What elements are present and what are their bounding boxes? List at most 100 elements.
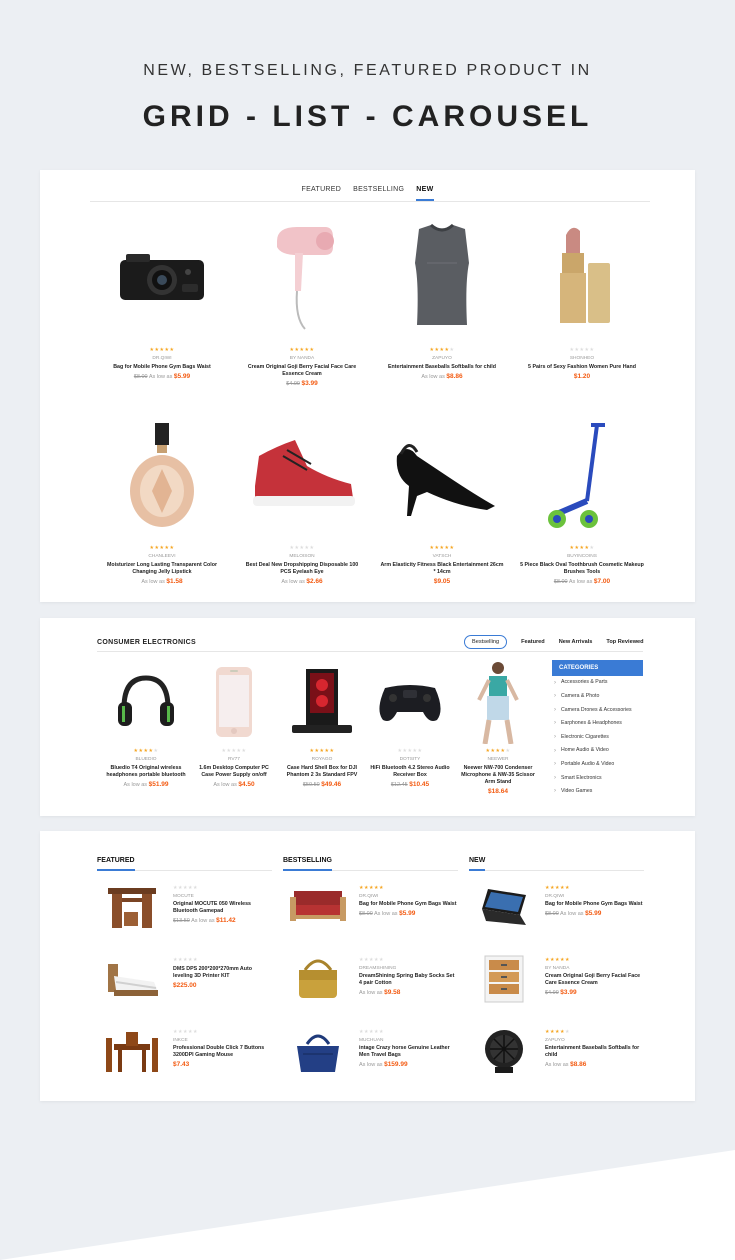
product-card[interactable]: ★★★★★ BY NANDA Cream Original Goji Berry F… [232, 215, 372, 413]
product-name-link[interactable]: DMS DPS 200*200*270mm Auto leveling 3D P… [173, 966, 272, 980]
category-link[interactable]: Home Audio & Video [552, 744, 643, 758]
list-item[interactable]: ★★★★★ MOCUTE Original MOCUTE 050 Wireless … [97, 871, 272, 943]
star-icon: ★ [309, 347, 315, 353]
carousel-product-card[interactable]: ★★★★★ BLUEDIO Bluedio T4 Original wireless… [102, 662, 190, 795]
product-name-link[interactable]: Cream Original Goji Berry Facial Face Ca… [232, 364, 372, 378]
product-price: As low as $8.86 [545, 1061, 644, 1068]
old-price: $8.00 [545, 911, 559, 918]
list-item[interactable]: ★★★★★ ZAPUYO Entertainment Baseballs Softb… [469, 1015, 644, 1087]
product-name-link[interactable]: Neewer NW-700 Condenser Microphone & NW-… [454, 765, 542, 786]
carousel-product-card[interactable]: ★★★★★ DOTSITY HiFi Bluetooth 4.2 Stereo Au… [366, 662, 454, 795]
carousel-product-card[interactable]: ★★★★★ NEEWER Neewer NW-700 Condenser Micro… [454, 661, 542, 795]
handbag-image[interactable] [283, 1027, 353, 1079]
shoulder-bag-image[interactable] [283, 955, 353, 1007]
category-link[interactable]: Camera & Photo [552, 690, 643, 704]
product-name-link[interactable]: DreamShining Spring Baby Socks Set 4 pai… [359, 973, 458, 987]
bed-image[interactable] [97, 955, 167, 1007]
category-link[interactable]: Video Games [552, 785, 643, 799]
hair-dryer-image[interactable] [232, 215, 372, 345]
desk-image[interactable] [97, 883, 167, 935]
list-item[interactable]: ★★★★★ BY NANDA Cream Original Goji Berry F… [469, 943, 644, 1015]
gaming-pc-image[interactable] [278, 662, 366, 746]
category-link[interactable]: Smart Electronics [552, 771, 643, 785]
product-brand: CHANLEEVI [148, 554, 176, 559]
category-link[interactable]: Accessories & Parts [552, 676, 643, 690]
laptop-icon [476, 885, 532, 934]
product-card[interactable]: ★★★★★ CHANLEEVI Moisturizer Long Lasting T… [92, 413, 232, 611]
tab-featured[interactable]: Featured [521, 639, 545, 645]
product-name-link[interactable]: Arm Elasticity Fitness Black Entertainme… [372, 562, 512, 576]
category-link[interactable]: Camera Drones & Accessories [552, 703, 643, 717]
carousel-tabs: Bestselling Featured New Arrivals Top Revie… [464, 635, 644, 649]
product-name-link[interactable]: Case Hard Shell Box for DJI Phantom 2 3s… [278, 765, 366, 779]
product-name-link[interactable]: 5 Pairs of Sexy Fashion Women Pure Hand [512, 364, 652, 371]
product-name-link[interactable]: HiFi Bluetooth 4.2 Stereo Audio Receiver… [366, 765, 454, 779]
product-price: $12.45 $10.45 [366, 781, 454, 788]
desk-fan-image[interactable] [469, 1027, 539, 1079]
gamepad-image[interactable] [366, 662, 454, 746]
product-name-link[interactable]: 1.6m Desktop Computer PC Case Power Supp… [190, 765, 278, 779]
category-link[interactable]: Earphones & Headphones [552, 717, 643, 731]
high-heel-image[interactable] [372, 413, 512, 543]
tab-new[interactable]: NEW [416, 186, 434, 201]
product-card[interactable]: ★★★★★ VATSCH Arm Elasticity Fitness Black … [372, 413, 512, 611]
list-item[interactable]: ★★★★★ INKCE Professional Double Click 7 Bu… [97, 1015, 272, 1087]
gamepad-icon [375, 680, 445, 729]
grid-products-panel: FEATURED BESTSELLING NEW ★★★★★ DR.QIWI Bag f… [40, 170, 695, 602]
product-card[interactable]: ★★★★★ DR.QIWI Bag for Mobile Phone Gym Bag… [92, 215, 232, 413]
product-name-link[interactable]: Entertainment Baseballs Softballs for ch… [372, 364, 512, 371]
list-item-info: ★★★★★ DR.QIWI Bag for Mobile Phone Gym Bag… [539, 883, 644, 917]
product-name-link[interactable]: Moisturizer Long Lasting Transparent Col… [92, 562, 232, 576]
product-card[interactable]: ★★★★★ BUYINCOINS 5 Piece Black Oval Toothb… [512, 413, 652, 611]
rating-stars: ★★★★★ [359, 957, 458, 963]
star-icon: ★ [192, 885, 198, 891]
product-price: $8.00 As low as $7.00 [512, 578, 652, 585]
product-brand: DREAMSHINING [359, 966, 397, 971]
tab-featured[interactable]: FEATURED [302, 186, 342, 201]
compression-shirt-image[interactable] [372, 215, 512, 345]
product-card[interactable]: ★★★★★ ZAPUYO Entertainment Baseballs Softb… [372, 215, 512, 413]
product-name-link[interactable]: Bag for Mobile Phone Gym Bags Waist [359, 901, 458, 908]
headphones-image[interactable] [102, 662, 190, 746]
product-card[interactable]: ★★★★★ MELOISON Best Deal New Dropshipping … [232, 413, 372, 611]
current-price: $3.99 [560, 989, 577, 997]
product-name-link[interactable]: Entertainment Baseballs Softballs for ch… [545, 1045, 644, 1059]
sportswear-model-image[interactable] [454, 661, 542, 746]
list-item[interactable]: ★★★★★ DREAMSHINING DreamShining Spring Bab… [283, 943, 458, 1015]
list-item[interactable]: ★★★★★ DR.QIWI Bag for Mobile Phone Gym Bag… [469, 871, 644, 943]
dining-set-image[interactable] [97, 1027, 167, 1079]
lipstick-image[interactable] [512, 215, 652, 345]
drawer-cabinet-image[interactable] [469, 955, 539, 1007]
list-item[interactable]: ★★★★★ DR.QIWI Bag for Mobile Phone Gym Bag… [283, 871, 458, 943]
category-link[interactable]: Electronic Cigarettes [552, 730, 643, 744]
carousel-product-card[interactable]: ★★★★★ ROYAGO Case Hard Shell Box for DJI P… [278, 662, 366, 795]
tab-top-reviewed[interactable]: Top Reviewed [606, 639, 643, 645]
product-card[interactable]: ★★★★★ SHONHEO 5 Pairs of Sexy Fashion Wome… [512, 215, 652, 413]
category-link[interactable]: Portable Audio & Video [552, 758, 643, 772]
product-name-link[interactable]: Bluedio T4 Original wireless headphones … [102, 765, 190, 779]
laptop-image[interactable] [469, 883, 539, 935]
product-name-link[interactable]: intage Crazy horse Genuine Leather Men T… [359, 1045, 458, 1059]
scooter-image[interactable] [512, 413, 652, 543]
dashcam-image[interactable] [92, 215, 232, 345]
tab-bestselling[interactable]: Bestselling [464, 635, 508, 649]
product-name-link[interactable]: Professional Double Click 7 Buttons 3200… [173, 1045, 272, 1059]
list-item[interactable]: ★★★★★ MUCHUAN intage Crazy horse Genuine L… [283, 1015, 458, 1087]
product-price: $13.50 As low as $11.42 [173, 917, 272, 924]
product-name-link[interactable]: 5 Piece Black Oval Toothbrush Cosmetic M… [512, 562, 652, 576]
sneaker-image[interactable] [232, 413, 372, 543]
product-name-link[interactable]: Bag for Mobile Phone Gym Bags Waist [545, 901, 644, 908]
sofa-bed-image[interactable] [283, 883, 353, 935]
product-name-link[interactable]: Cream Original Goji Berry Facial Face Ca… [545, 973, 644, 987]
tab-new-arrivals[interactable]: New Arrivals [559, 639, 593, 645]
list-item[interactable]: ★★★★★ DMS DPS 200*200*270mm Auto leveling… [97, 943, 272, 1015]
carousel-product-card[interactable]: ★★★★★ RV77 1.6m Desktop Computer PC Case P… [190, 662, 278, 795]
star-icon: ★ [309, 545, 315, 551]
product-name-link[interactable]: Original MOCUTE 050 Wireless Bluetooth G… [173, 901, 272, 915]
product-name-link[interactable]: Bag for Mobile Phone Gym Bags Waist [92, 364, 232, 371]
product-name-link[interactable]: Best Deal New Dropshipping Disposable 10… [232, 562, 372, 576]
product-price: As low as $2.66 [232, 578, 372, 585]
tab-bestselling[interactable]: BESTSELLING [353, 186, 404, 201]
perfume-image[interactable] [92, 413, 232, 543]
smartphone-image[interactable] [190, 662, 278, 746]
